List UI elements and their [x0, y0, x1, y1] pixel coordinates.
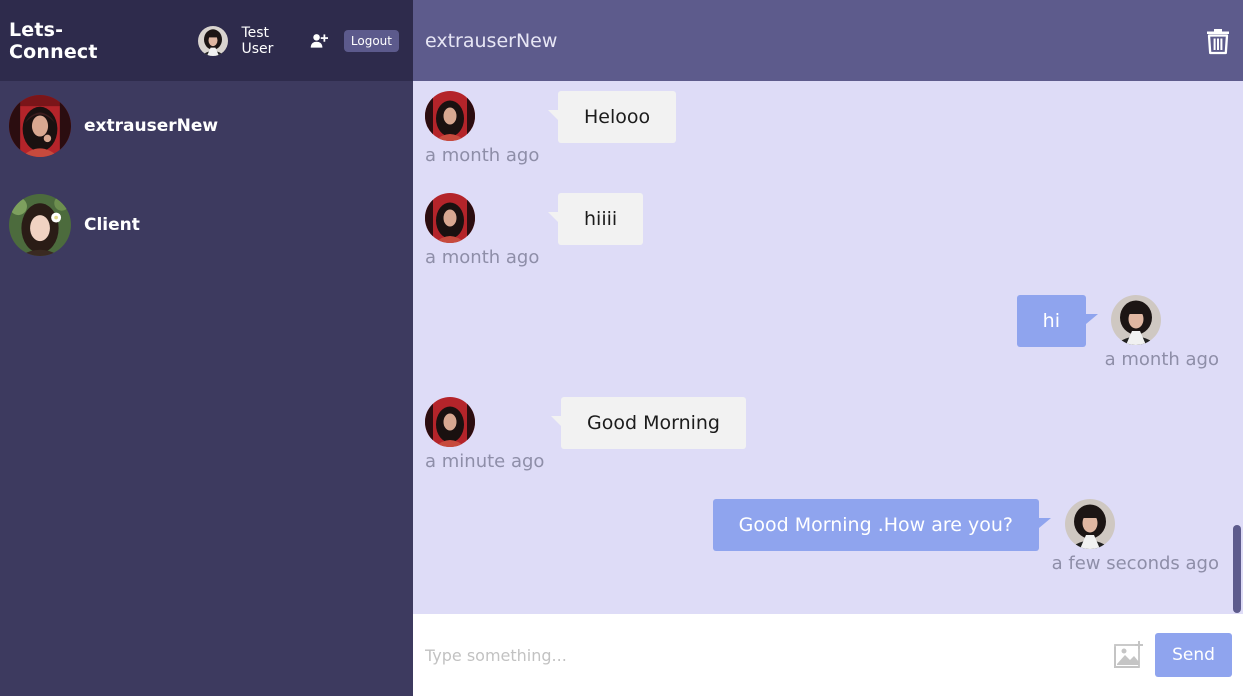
message-time: a month ago [1104, 349, 1219, 370]
contact-avatar [9, 194, 71, 256]
message-bubble: hi [1016, 295, 1099, 347]
message-sent [1065, 499, 1115, 549]
chat-title: extrauserNew [425, 29, 558, 52]
app-logo: Lets-Connect [9, 18, 98, 63]
message-bubble: Good Morning .How are you? [712, 499, 1052, 551]
message-time: a few seconds ago [1051, 553, 1219, 574]
sender-avatar [1065, 499, 1115, 549]
message-sent [1111, 295, 1161, 345]
send-button[interactable]: Send [1155, 633, 1232, 677]
current-user: Test User Logout [198, 25, 399, 57]
logout-button[interactable]: Logout [343, 29, 399, 52]
trash-icon[interactable] [1205, 27, 1231, 55]
chat-header: extrauserNew [413, 0, 1243, 81]
message-bubble: Good Morning [551, 397, 746, 449]
contact-list: extrauserNew Client [0, 81, 413, 269]
sidebar: Lets-Connect Test User Logout extrauserN… [0, 0, 413, 696]
contact-name: Client [84, 215, 140, 235]
contact-item-client[interactable]: Client [0, 181, 413, 269]
sender-avatar [425, 193, 475, 243]
message-list: Helooo a month ago hiiii a month ago hi [413, 81, 1243, 614]
message-received [425, 397, 475, 447]
chat-panel: extrauserNew Helooo a month ago hiiii a … [413, 0, 1243, 696]
message-scrollbar[interactable] [1233, 525, 1241, 613]
message-time: a month ago [425, 247, 540, 268]
message-received [425, 91, 475, 141]
contact-avatar [9, 95, 71, 157]
message-time: a month ago [425, 145, 540, 166]
current-user-avatar [198, 25, 229, 56]
contact-name: extrauserNew [84, 116, 219, 136]
sender-avatar [425, 91, 475, 141]
contact-item-extrausernew[interactable]: extrauserNew [0, 93, 413, 159]
message-received [425, 193, 475, 243]
add-user-icon[interactable] [310, 30, 328, 52]
sender-avatar [1111, 295, 1161, 345]
message-input[interactable] [425, 645, 1112, 665]
message-bubble: Helooo [547, 91, 677, 143]
sender-avatar [425, 397, 475, 447]
sidebar-header: Lets-Connect Test User Logout [0, 0, 413, 81]
composer: Send [413, 614, 1243, 696]
message-bubble: hiiii [547, 193, 644, 245]
message-time: a minute ago [425, 451, 545, 472]
current-user-name: Test User [241, 24, 274, 57]
image-icon[interactable] [1112, 640, 1144, 670]
